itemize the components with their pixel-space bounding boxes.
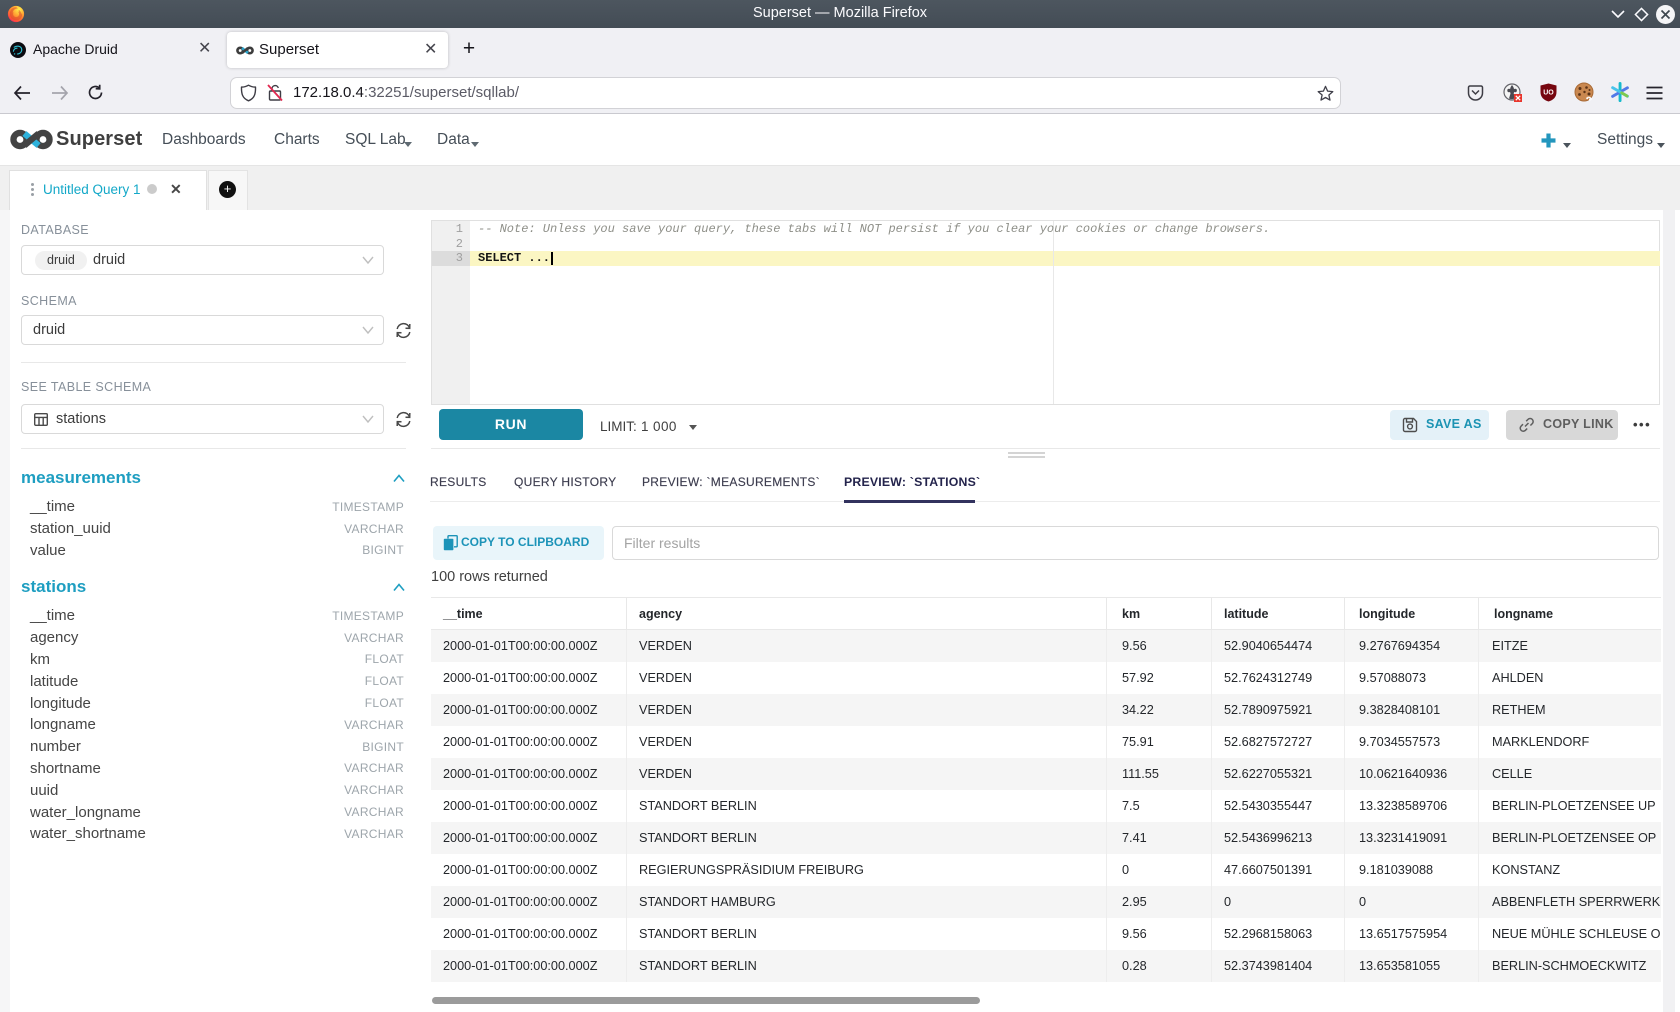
svg-text:UO: UO	[1543, 90, 1554, 97]
